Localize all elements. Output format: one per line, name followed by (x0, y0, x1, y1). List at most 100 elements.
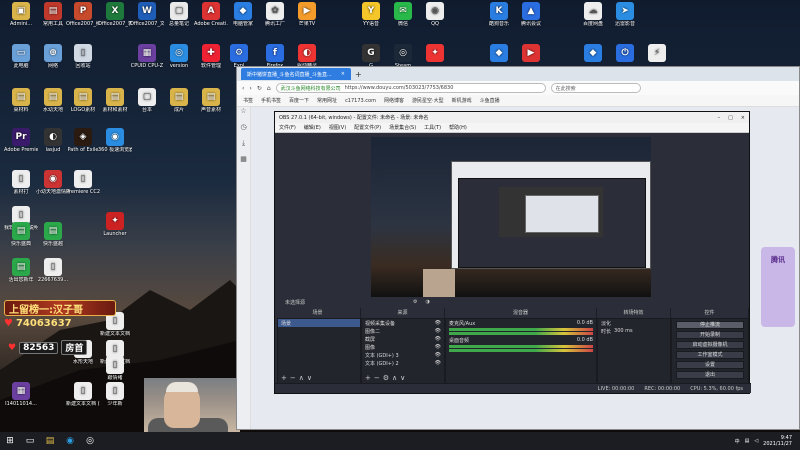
forward-icon[interactable]: › (249, 85, 251, 92)
desktop-icon[interactable]: ▤ 声音素材 (194, 88, 228, 113)
back-icon[interactable]: ‹ (242, 85, 244, 92)
desktop-icon[interactable]: ▦ CPUID CPU-Z (130, 44, 164, 69)
visibility-icon[interactable]: 👁 (435, 360, 441, 366)
desktop-icon[interactable]: ✦ Launcher (98, 212, 132, 237)
desktop-icon[interactable]: ▤ 素材和素材 (98, 88, 132, 113)
volume-slider[interactable] (449, 349, 593, 352)
desktop-icon[interactable]: ⚡ (640, 44, 674, 63)
desktop-icon[interactable]: ✿ 腾讯工厂 (258, 2, 292, 27)
visibility-icon[interactable]: 👁 (435, 344, 441, 350)
properties-icon[interactable]: ⚙ (413, 299, 417, 305)
desktop-icon[interactable]: ▯ 22667639... (36, 258, 70, 283)
desktop-icon[interactable]: ◎ version (162, 44, 196, 69)
desktop-icon[interactable]: ⏻ (608, 44, 642, 63)
language-indicator[interactable]: 中 (735, 438, 740, 445)
source-item[interactable]: 图像二 👁 (362, 327, 444, 335)
desktop-icon[interactable]: K 酷狗音乐 (482, 2, 516, 27)
desktop-icon[interactable]: POffice2007_红打开时 (66, 2, 100, 27)
edge-icon[interactable]: ◉ (63, 434, 77, 448)
new-tab-icon[interactable]: + (355, 70, 362, 79)
desktop-icon[interactable]: ▶ 芒果TV (290, 2, 324, 27)
desktop-icon[interactable]: ▣ Admini... (4, 2, 38, 27)
desktop-icon[interactable]: ▤ 桌材料 (4, 88, 38, 113)
desktop-icon[interactable]: ▤ 快乐盛越 (36, 222, 70, 247)
url-input[interactable]: 武汉斗鱼网络科技有限公司 https://www.douyu.com/50302… (275, 83, 546, 93)
desktop-icon[interactable]: ◉ QQ (418, 2, 452, 27)
source-item[interactable]: 文本 (GDI+) 2 👁 (362, 359, 444, 367)
desktop-icon[interactable]: ▯新建文本文档 (2) (66, 382, 100, 407)
desktop-icon[interactable]: ⊕ 网络 (36, 44, 70, 69)
file-explorer-icon[interactable]: ▤ (43, 434, 57, 448)
desktop-icon[interactable]: ▤ 快乐盛典 (4, 222, 38, 247)
obs-preview[interactable] (371, 137, 651, 297)
desktop-icon[interactable]: ▯ 素材打 (4, 170, 38, 195)
browser-tab-active[interactable]: 斯中猪饼直播_斗鱼名词直播_斗鱼直... × (241, 68, 351, 80)
source-item[interactable]: 视频采集设备 👁 (362, 319, 444, 327)
transition-duration[interactable]: 时长 300 ms (598, 327, 670, 335)
visibility-icon[interactable]: 👁 (435, 328, 441, 334)
network-icon[interactable]: ▤ (745, 438, 750, 444)
desktop-icon[interactable]: A Adobe Creati... (194, 2, 228, 27)
bookmark-item[interactable]: 网络博客 (384, 97, 404, 104)
star-icon[interactable]: ☆ (237, 107, 250, 123)
obs-menu-item[interactable]: 场景集合(S) (389, 124, 416, 131)
scenes-toolbar[interactable]: +−∧∨ (281, 374, 315, 382)
volume-slider[interactable] (449, 332, 593, 335)
desktop-icon[interactable]: ▤ 成片 (162, 88, 196, 113)
desktop-icon[interactable]: ▦ I14011014... (4, 382, 38, 407)
desktop-icon[interactable]: ▭ 此电脑 (4, 44, 38, 69)
desktop-icon[interactable]: ☁ 百度网盘 (576, 2, 610, 27)
desktop-icon[interactable]: ▢ 台本 (130, 88, 164, 113)
clock[interactable]: 9:47 2021/11/27 (763, 435, 792, 447)
desktop-icon[interactable]: WOffice2007_文字 (130, 2, 164, 27)
bookmark-item[interactable]: 斗鱼直播 (480, 97, 500, 104)
volume-icon[interactable]: ◁ (754, 438, 758, 444)
obs-menu-item[interactable]: 文件(F) (279, 124, 296, 131)
desktop-icon[interactable]: ▲ 腾讯会议 (514, 2, 548, 27)
download-icon[interactable]: ⤓ (237, 139, 250, 155)
visibility-icon[interactable]: 👁 (435, 320, 441, 326)
desktop-icon[interactable]: ▤ 活出您新年 (4, 258, 38, 283)
desktop-icon[interactable]: PrAdobe Premie... (4, 128, 38, 153)
control-button[interactable]: 停止推流 (676, 321, 744, 329)
source-item[interactable]: 图像 👁 (362, 343, 444, 351)
bookmark-item[interactable]: 书签 (243, 97, 253, 104)
desktop-icon[interactable]: XOffice2007_表格 (98, 2, 132, 27)
source-item[interactable]: 文本 (GDI+) 3 👁 (362, 351, 444, 359)
bookmark-item[interactable]: 游民星空·大型 (412, 97, 444, 104)
desktop-icon[interactable]: ◐ lasjud (36, 128, 70, 153)
desktop-icon[interactable]: ▯ 跟情绪 (98, 356, 132, 381)
desktop-icon[interactable]: ◈ Path of Exile (66, 128, 100, 153)
source-item[interactable]: 截屏 👁 (362, 335, 444, 343)
obs-menu-item[interactable]: 视图(V) (329, 124, 346, 131)
bookmark-item[interactable]: 常用网址 (317, 97, 337, 104)
desktop-icon[interactable]: ▶ (514, 44, 548, 63)
desktop-icon[interactable]: ▯ 少年新 (98, 382, 132, 407)
desktop-icon[interactable]: ▯Premiere CC2018 (66, 170, 100, 195)
desktop-icon[interactable]: ◆ 电脑管家 (226, 2, 260, 27)
control-button[interactable]: 开始录制 (676, 331, 744, 339)
filters-icon[interactable]: ◑ (426, 299, 430, 305)
home-icon[interactable]: ⌂ (267, 85, 271, 92)
visibility-icon[interactable]: 👁 (435, 352, 441, 358)
search-input[interactable]: 在此搜索 (550, 83, 641, 93)
desktop-icon[interactable]: ➤ 迅雷影音 (608, 2, 642, 27)
control-button[interactable]: 启动虚拟摄像机 (676, 341, 744, 349)
control-button[interactable]: 设置 (676, 361, 744, 369)
obs-menu-item[interactable]: 配置文件(P) (354, 124, 381, 131)
bookmark-item[interactable]: 新机游戏 (452, 97, 472, 104)
bookmark-item[interactable]: c17173.com (345, 98, 376, 104)
sources-toolbar[interactable]: +−⚙∧∨ (365, 374, 408, 382)
desktop-icon[interactable]: ▤ 水幼天地 (36, 88, 70, 113)
obs-menu-item[interactable]: 编辑(E) (304, 124, 321, 131)
transition-type-select[interactable]: 淡化 (598, 319, 670, 327)
clock-icon[interactable]: ◷ (237, 123, 250, 139)
maximize-icon[interactable]: □ (728, 115, 733, 121)
obs-icon[interactable]: ◎ (83, 434, 97, 448)
minimize-icon[interactable]: – (718, 115, 721, 121)
visibility-icon[interactable]: 👁 (435, 336, 441, 342)
desktop-icon[interactable]: ▤ 常用工具 (36, 2, 70, 27)
desktop-icon[interactable]: ◉ 小幼天地激情第 (36, 170, 70, 195)
desktop-icon[interactable]: ▢ 总量笔记 (162, 2, 196, 27)
desktop-icon[interactable]: ◆ (482, 44, 516, 63)
